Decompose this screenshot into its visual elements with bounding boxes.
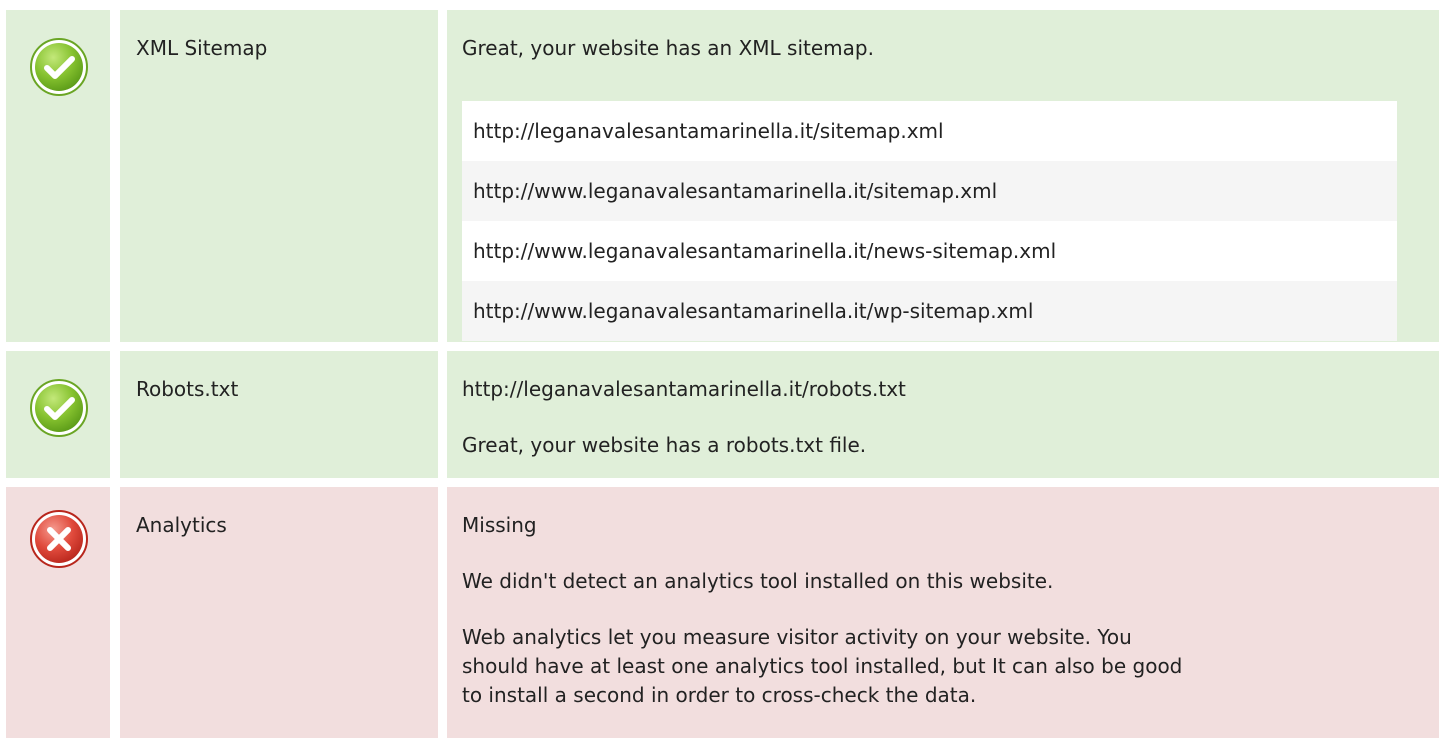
robots-url: http://leganavalesantamarinella.it/robot… [462, 377, 906, 401]
status-cell [6, 10, 110, 342]
label-cell: Analytics [120, 487, 438, 738]
check-summary: Missing [462, 513, 537, 537]
check-message: Great, your website has an XML sitemap. [462, 36, 874, 60]
check-detail: Web analytics let you measure visitor ac… [462, 625, 1183, 707]
check-row-analytics: Analytics Missing We didn't detect an an… [0, 487, 1445, 738]
label-cell: Robots.txt [120, 351, 438, 478]
seo-report: XML Sitemap Great, your website has an X… [0, 0, 1445, 738]
check-label: XML Sitemap [136, 36, 268, 60]
sitemap-url-list: http://leganavalesantamarinella.it/sitem… [462, 101, 1397, 341]
check-message: Great, your website has a robots.txt fil… [462, 433, 867, 457]
sitemap-url: http://leganavalesantamarinella.it/sitem… [462, 101, 1397, 161]
sitemap-url: http://www.leganavalesantamarinella.it/n… [462, 221, 1397, 281]
content-cell: http://leganavalesantamarinella.it/robot… [447, 351, 1439, 478]
label-cell: XML Sitemap [120, 10, 438, 342]
check-label: Robots.txt [136, 377, 239, 401]
check-label: Analytics [136, 513, 227, 537]
check-row-robots-txt: Robots.txt http://leganavalesantamarinel… [0, 351, 1445, 478]
check-circle-icon [30, 38, 88, 96]
status-cell [6, 487, 110, 738]
sitemap-url: http://www.leganavalesantamarinella.it/s… [462, 161, 1397, 221]
content-cell: Missing We didn't detect an analytics to… [447, 487, 1439, 738]
check-message: We didn't detect an analytics tool insta… [462, 569, 1054, 593]
sitemap-url: http://www.leganavalesantamarinella.it/w… [462, 281, 1397, 341]
check-row-xml-sitemap: XML Sitemap Great, your website has an X… [0, 10, 1445, 342]
x-circle-icon [30, 510, 88, 568]
check-circle-icon [30, 379, 88, 437]
status-cell [6, 351, 110, 478]
content-cell: Great, your website has an XML sitemap. … [447, 10, 1439, 342]
